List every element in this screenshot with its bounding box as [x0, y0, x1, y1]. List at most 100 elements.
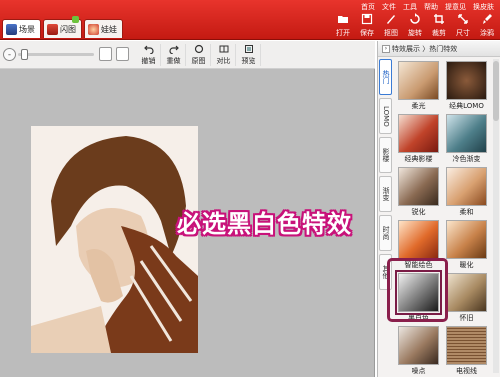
- brush-button[interactable]: 涂鸦: [475, 13, 499, 38]
- effect-label: 锐化: [411, 208, 426, 216]
- scrollbar-thumb[interactable]: [493, 61, 499, 121]
- open-folder-icon: [338, 16, 348, 23]
- menu-tools[interactable]: 工具: [403, 2, 417, 12]
- effect-label: 经典影楼: [404, 155, 433, 163]
- cutout-icon: [387, 15, 395, 24]
- collapse-arrow-icon[interactable]: ›: [382, 44, 390, 53]
- tab-lomo[interactable]: LOMO: [379, 98, 392, 134]
- preview-label: 预览: [241, 57, 256, 65]
- preview-icon: [244, 45, 253, 53]
- breadcrumb-text: 特效展示 〉热门特效: [392, 44, 458, 53]
- crop-label: 裁剪: [432, 29, 446, 37]
- effect-label: 经典LOMO: [449, 102, 484, 110]
- zoom-out-icon[interactable]: -: [3, 48, 16, 61]
- effect-soft-light[interactable]: 柔光: [396, 61, 441, 113]
- effect-thumbnail: [446, 326, 487, 365]
- instruction-annotation: 必选黑白色特效: [177, 210, 352, 238]
- save-icon: [361, 13, 373, 25]
- preview-button[interactable]: 预览: [237, 44, 261, 66]
- tab-doll[interactable]: 娃娃: [84, 19, 123, 38]
- effect-thumbnail: [398, 114, 439, 153]
- effect-label: 电视线: [456, 367, 477, 375]
- tab-flash-label: 闪图: [60, 24, 76, 34]
- menu-skin[interactable]: 换皮肤: [473, 2, 494, 12]
- rotate-button[interactable]: 旋转: [403, 13, 427, 38]
- effect-thumbnail: [398, 61, 439, 100]
- crop-icon: [434, 14, 444, 24]
- effect-thumbnail: [398, 220, 439, 259]
- effect-tv-lines[interactable]: 电视线: [444, 326, 489, 377]
- compare-label: 对比: [216, 57, 231, 65]
- redo-icon: [168, 45, 179, 54]
- crop-button[interactable]: 裁剪: [427, 13, 451, 38]
- zoom-slider-thumb[interactable]: [21, 49, 28, 60]
- effect-cool-gradient[interactable]: 冷色渐变: [444, 114, 489, 166]
- effect-sharpen[interactable]: 锐化: [396, 167, 441, 219]
- effect-classic-lomo[interactable]: 经典LOMO: [444, 61, 489, 113]
- resize-icon: [458, 14, 468, 24]
- effect-label: 怀旧: [459, 314, 474, 322]
- menu-feedback[interactable]: 提意见: [445, 2, 466, 12]
- tab-studio[interactable]: 影楼: [379, 137, 392, 173]
- fit-screen-icon[interactable]: [99, 47, 112, 61]
- compare-button[interactable]: 对比: [212, 44, 236, 66]
- menu-file[interactable]: 文件: [382, 2, 396, 12]
- effect-noise[interactable]: 噪点: [396, 326, 441, 377]
- edited-photo: [31, 126, 198, 353]
- effect-thumbnail: [446, 61, 487, 100]
- cutout-label: 抠图: [384, 29, 398, 37]
- compare-icon: [219, 45, 228, 53]
- effect-thumbnail: [446, 273, 487, 312]
- effects-breadcrumb: › 特效展示 〉热门特效: [378, 41, 500, 57]
- effect-label: 柔和: [459, 208, 474, 216]
- mode-tabs: 场景 闪图 娃娃: [2, 16, 123, 38]
- open-label: 打开: [336, 29, 350, 37]
- save-label: 保存: [360, 29, 374, 37]
- resize-button[interactable]: 尺寸: [451, 13, 475, 38]
- menu-help[interactable]: 帮助: [424, 2, 438, 12]
- effect-label: 暖化: [459, 261, 474, 269]
- effects-scrollbar[interactable]: [493, 59, 499, 373]
- undo-icon: [143, 45, 154, 54]
- undo-label: 撤销: [141, 57, 156, 65]
- selection-highlight: [387, 258, 448, 322]
- effect-thumbnail: [398, 326, 439, 365]
- original-icon: [194, 44, 203, 54]
- tab-fashion[interactable]: 时尚: [379, 215, 392, 251]
- effect-label: 柔光: [411, 102, 426, 110]
- redo-label: 重做: [166, 57, 181, 65]
- rotate-icon: [410, 13, 420, 24]
- effect-thumbnail: [446, 220, 487, 259]
- redo-button[interactable]: 重做: [162, 44, 186, 66]
- effect-label: 噪点: [411, 367, 426, 375]
- actual-size-icon[interactable]: [116, 47, 129, 61]
- tab-hot[interactable]: 热门: [379, 59, 392, 95]
- tab-flash[interactable]: 闪图: [43, 16, 82, 38]
- tab-scene-label: 场景: [19, 24, 35, 34]
- tab-scene[interactable]: 场景: [2, 19, 41, 38]
- cutout-button[interactable]: 抠图: [379, 13, 403, 38]
- tab-gradient[interactable]: 渐变: [379, 176, 392, 212]
- effect-soft[interactable]: 柔和: [444, 167, 489, 219]
- main-toolbar: 打开 保存 抠图 旋转 裁剪 尺寸 涂鸦: [331, 13, 499, 38]
- effect-nostalgia[interactable]: 怀旧: [444, 273, 489, 325]
- menu-bar: 首页 文件 工具 帮助 提意见 换皮肤: [361, 2, 494, 12]
- resize-label: 尺寸: [456, 29, 470, 37]
- doll-icon: [88, 23, 99, 35]
- brush-label: 涂鸦: [480, 29, 494, 37]
- undo-button[interactable]: 撤销: [137, 44, 161, 66]
- effect-classic-studio[interactable]: 经典影楼: [396, 114, 441, 166]
- effect-warm[interactable]: 暖化: [444, 220, 489, 272]
- menu-home[interactable]: 首页: [361, 2, 375, 12]
- original-button[interactable]: 原图: [187, 44, 211, 66]
- save-button[interactable]: 保存: [355, 13, 379, 38]
- tab-doll-label: 娃娃: [101, 24, 117, 34]
- flash-icon: [47, 23, 58, 35]
- effect-thumbnail: [446, 114, 487, 153]
- effects-panel: › 特效展示 〉热门特效 热门 LOMO 影楼 渐变 时尚 其他 柔光 经典LO…: [377, 41, 500, 377]
- brush-icon: [483, 14, 492, 24]
- rotate-label: 旋转: [408, 29, 422, 37]
- open-button[interactable]: 打开: [331, 13, 355, 38]
- original-label: 原图: [191, 57, 206, 65]
- zoom-slider-track[interactable]: [18, 53, 94, 56]
